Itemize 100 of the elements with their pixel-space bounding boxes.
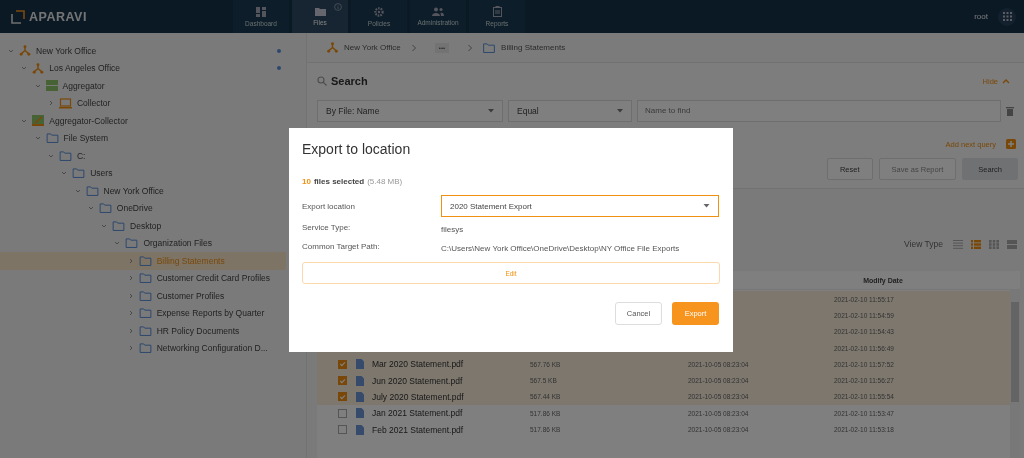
file-name: Feb 2021 Statement.pdf	[372, 424, 464, 435]
search-title: Search	[331, 75, 368, 87]
folder-icon	[138, 325, 152, 336]
checkbox[interactable]	[338, 392, 347, 402]
tile-view-icon[interactable]	[1007, 239, 1017, 249]
chevron-right-icon[interactable]	[127, 292, 134, 299]
server-icon	[45, 80, 58, 92]
field-select[interactable]: By File: Name	[317, 99, 503, 122]
folder-icon	[483, 42, 496, 53]
chevron-right-icon[interactable]	[127, 345, 134, 352]
chevron-down-icon[interactable]	[74, 187, 81, 194]
apps-menu-button[interactable]	[998, 7, 1016, 26]
dialog-title: Export to location	[302, 141, 412, 159]
scrollbar[interactable]	[1010, 290, 1020, 458]
chevron-right-icon[interactable]	[127, 275, 134, 282]
chevron-down-icon[interactable]	[114, 240, 121, 247]
detail-view-icon[interactable]	[971, 239, 981, 249]
search-input[interactable]: Name to find	[637, 99, 1001, 122]
user-name[interactable]: root	[974, 12, 988, 21]
folder-icon	[138, 255, 152, 266]
list-view-icon[interactable]	[953, 239, 963, 249]
chevron-down-icon[interactable]	[47, 152, 54, 159]
file-icon	[355, 375, 364, 386]
tree-item[interactable]: Customer Profiles	[0, 287, 286, 305]
folder-icon	[112, 220, 126, 231]
chevron-down-icon[interactable]	[21, 65, 28, 72]
file-name: Jan 2021 Statement.pdf	[372, 408, 463, 419]
selected-count: 10	[302, 177, 311, 188]
tree-item[interactable]: File System	[0, 129, 286, 147]
folder-icon	[138, 343, 152, 354]
network-node-icon	[327, 42, 338, 53]
chevron-down-icon[interactable]	[61, 170, 68, 177]
checkbox[interactable]	[338, 425, 347, 434]
chevron-down-icon[interactable]	[101, 222, 108, 229]
chevron-down-icon[interactable]	[34, 82, 41, 89]
file-name: Jun 2020 Statement.pdf	[372, 375, 463, 386]
folder-icon	[314, 7, 326, 16]
tree-item[interactable]: Networking Configuration D...	[0, 339, 286, 357]
tree-item[interactable]: Customer Credit Card Profiles	[0, 269, 286, 287]
chevron-right-icon[interactable]	[127, 327, 134, 334]
view-type-label: View Type	[904, 239, 943, 249]
chevron-right-icon	[410, 43, 417, 52]
folder-icon	[138, 273, 152, 284]
folder-icon	[45, 133, 59, 144]
logo-icon	[11, 9, 25, 24]
file-icon	[355, 391, 364, 402]
folder-icon	[98, 203, 112, 214]
file-icon	[355, 424, 364, 435]
file-name: July 2020 Statement.pdf	[372, 391, 464, 402]
selected-size: (5.48 MB)	[367, 177, 403, 188]
checkbox[interactable]	[338, 376, 347, 386]
folder-icon	[138, 308, 152, 319]
server-laptop-icon	[32, 115, 45, 127]
tree-item[interactable]: Aggregator	[0, 77, 286, 95]
chevron-down-icon[interactable]	[8, 47, 14, 54]
checkbox[interactable]	[338, 408, 347, 418]
location-select[interactable]: 2020 Statement Export	[441, 195, 719, 217]
grid-view-icon[interactable]	[989, 239, 999, 249]
chevron-right-icon[interactable]	[127, 310, 134, 317]
network-node-icon	[32, 62, 45, 74]
tree-item[interactable]: Organization Files	[0, 234, 286, 252]
clipboard-icon	[492, 6, 502, 17]
chevron-down-icon[interactable]	[34, 135, 41, 142]
tree-item[interactable]: New York Office	[0, 42, 286, 60]
breadcrumb-current: Billing Statements	[501, 43, 566, 52]
field-label: Common Target Path:	[302, 242, 381, 251]
chevron-right-icon	[467, 43, 474, 52]
dropdown-arrow-icon	[488, 108, 494, 113]
tree-item[interactable]: HR Policy Documents	[0, 322, 286, 340]
network-node-icon	[19, 45, 31, 57]
field-value: filesys	[441, 224, 465, 236]
tree-item[interactable]: Desktop	[0, 217, 286, 235]
logo-text: APARAVI	[29, 9, 87, 24]
laptop-icon	[58, 97, 72, 109]
chevron-down-icon[interactable]	[21, 117, 28, 124]
file-icon	[355, 359, 364, 370]
users-icon	[432, 7, 444, 16]
plus-icon[interactable]	[1006, 139, 1016, 149]
tree-item[interactable]: Aggregator-Collector	[0, 112, 286, 130]
checkbox[interactable]	[338, 359, 347, 369]
tree-item[interactable]: C:	[0, 147, 286, 165]
tree-item[interactable]: New York Office	[0, 182, 286, 200]
tree-item[interactable]: Users	[0, 164, 286, 182]
grid-icon	[1002, 12, 1012, 21]
tree-item[interactable]: Collector	[0, 94, 286, 112]
chevron-right-icon[interactable]	[127, 257, 134, 264]
tree-item[interactable]: OneDrive	[0, 199, 286, 217]
chevron-right-icon[interactable]	[47, 100, 54, 107]
field-label: Export location	[302, 201, 356, 211]
file-name: Mar 2020 Statement.pdf	[372, 359, 464, 370]
breadcrumb-link[interactable]: New York Office	[344, 43, 401, 52]
folder-icon	[58, 150, 72, 161]
chevron-down-icon[interactable]	[87, 205, 94, 212]
dashboard-icon	[256, 6, 266, 17]
trash-icon[interactable]	[1006, 105, 1014, 116]
operator-select[interactable]: Equal	[508, 99, 632, 122]
tree-item[interactable]: Expense Reports by Quarter	[0, 304, 286, 322]
folder-icon	[125, 238, 139, 249]
folder-icon	[85, 185, 99, 196]
tree-item[interactable]: Los Angeles Office	[0, 59, 286, 77]
